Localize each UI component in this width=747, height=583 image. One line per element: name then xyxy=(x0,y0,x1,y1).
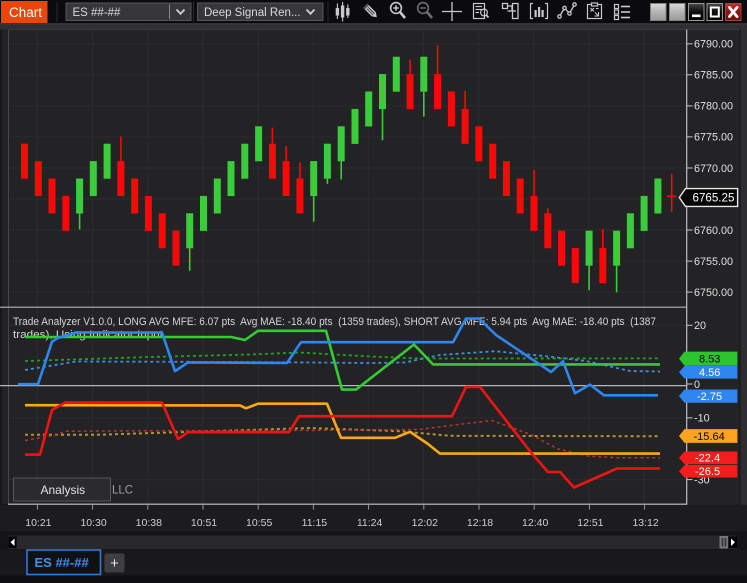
svg-text:8.53: 8.53 xyxy=(699,354,720,366)
svg-text:10:21: 10:21 xyxy=(25,517,51,529)
svg-text:-10: -10 xyxy=(694,413,710,425)
svg-text:12:51: 12:51 xyxy=(577,517,603,529)
svg-text:4.56: 4.56 xyxy=(699,367,720,379)
svg-text:LLC: LLC xyxy=(112,485,133,497)
svg-text:10:38: 10:38 xyxy=(136,517,162,529)
svg-text:6765.25: 6765.25 xyxy=(693,191,735,204)
svg-text:Analysis: Analysis xyxy=(41,483,86,497)
svg-text:ES ##-##: ES ##-## xyxy=(73,7,122,19)
svg-text:13:12: 13:12 xyxy=(632,517,658,529)
svg-text:6770.00: 6770.00 xyxy=(694,163,733,175)
svg-text:-15.64: -15.64 xyxy=(694,431,725,443)
svg-text:ES ##-##: ES ##-## xyxy=(35,555,90,570)
svg-text:6755.00: 6755.00 xyxy=(694,256,733,268)
svg-text:-26.5: -26.5 xyxy=(695,466,720,478)
svg-text:10:30: 10:30 xyxy=(80,517,106,529)
svg-text:11:24: 11:24 xyxy=(357,517,383,529)
svg-text:10:51: 10:51 xyxy=(191,517,217,529)
svg-text:0: 0 xyxy=(694,379,700,391)
svg-text:10:55: 10:55 xyxy=(246,517,272,529)
svg-text:6760.00: 6760.00 xyxy=(694,225,733,237)
svg-text:6790.00: 6790.00 xyxy=(694,39,733,51)
svg-text:12:40: 12:40 xyxy=(522,517,548,529)
svg-text:trades), Using Indicator Input: trades), Using Indicator Input xyxy=(13,329,163,341)
svg-text:20: 20 xyxy=(694,320,706,332)
svg-text:Trade Analyzer V1.0.0, LONG AV: Trade Analyzer V1.0.0, LONG AVG MFE: 6.0… xyxy=(13,316,656,328)
svg-text:Deep Signal Ren...: Deep Signal Ren... xyxy=(204,7,301,19)
svg-text:Chart: Chart xyxy=(9,5,42,20)
svg-text:-2.75: -2.75 xyxy=(697,391,722,403)
svg-text:12:02: 12:02 xyxy=(412,517,438,529)
svg-text:6775.00: 6775.00 xyxy=(694,132,733,144)
svg-text:+: + xyxy=(110,556,118,572)
svg-text:-22.4: -22.4 xyxy=(695,453,720,465)
svg-text:6785.00: 6785.00 xyxy=(694,70,733,82)
svg-text:12:18: 12:18 xyxy=(467,517,493,529)
svg-text:6750.00: 6750.00 xyxy=(694,287,733,299)
svg-text:6780.00: 6780.00 xyxy=(694,101,733,113)
svg-text:11:15: 11:15 xyxy=(302,517,328,529)
